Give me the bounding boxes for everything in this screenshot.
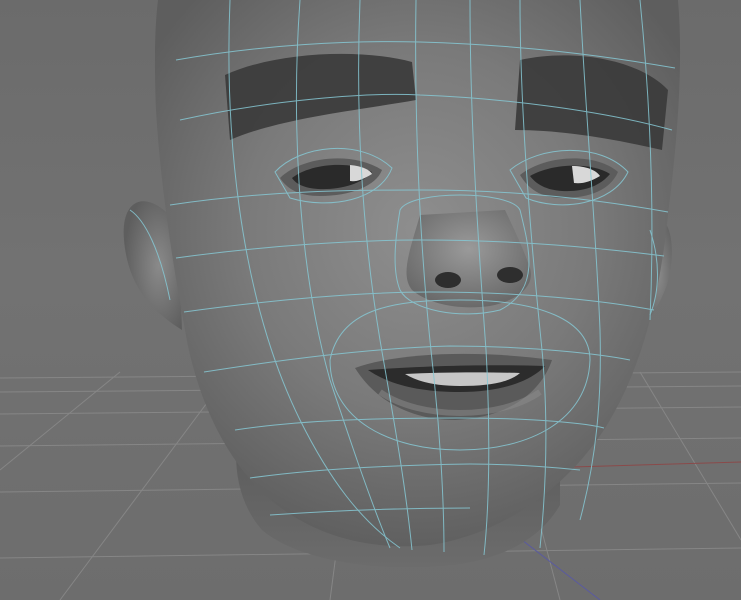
right-nostril — [497, 267, 523, 283]
viewport-canvas[interactable] — [0, 0, 741, 600]
3d-viewport[interactable] — [0, 0, 741, 600]
left-nostril — [435, 272, 461, 288]
